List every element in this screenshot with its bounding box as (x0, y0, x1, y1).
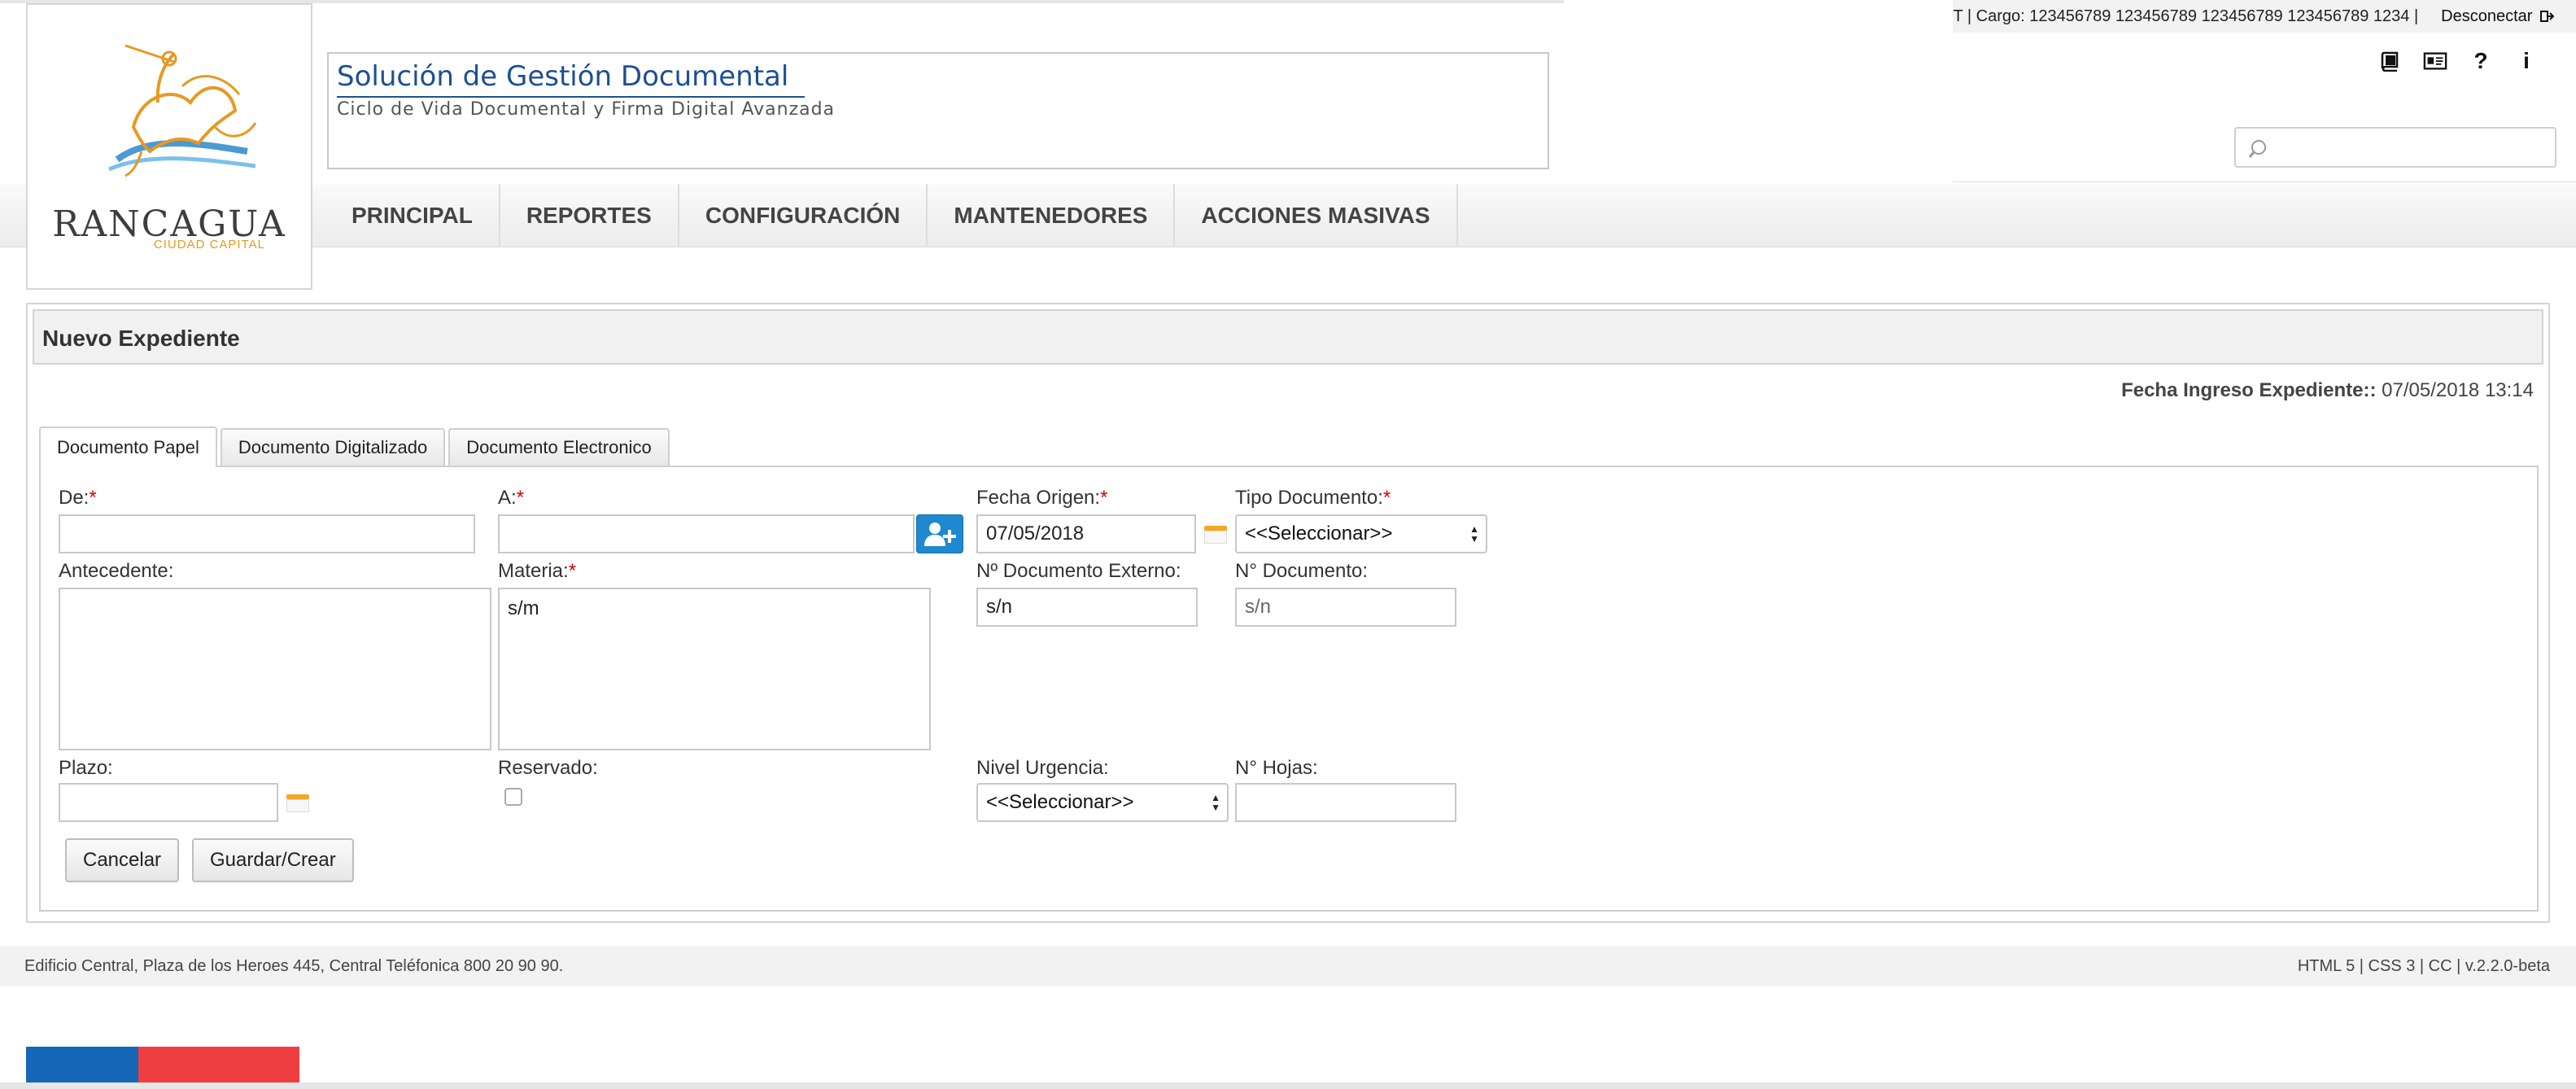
fecha-ingreso: Fecha Ingreso Expediente:: 07/05/2018 13… (2121, 379, 2534, 402)
plazo-input[interactable] (59, 783, 278, 822)
doc-externo-input[interactable] (976, 588, 1198, 627)
bottom-divider (0, 1082, 2576, 1089)
info-icon[interactable]: i (2514, 48, 2539, 73)
footer: Edificio Central, Plaza de los Heroes 44… (0, 946, 2576, 986)
select-arrows-icon: ▲ ▼ (1469, 523, 1479, 544)
search-icon (2248, 140, 2266, 158)
logout-label: Desconectar (2441, 7, 2533, 25)
nav-item-mantenedores[interactable]: MANTENEDORES (928, 184, 1176, 247)
flag-red-segment (138, 1047, 299, 1082)
nav-item-reportes[interactable]: REPORTES (500, 184, 679, 247)
app-subtitle: Ciclo de Vida Documental y Firma Digital… (337, 99, 836, 120)
chile-flag-bar (26, 1047, 299, 1082)
nivel-urgencia-select[interactable]: <<Seleccionar>> ▲ ▼ (976, 783, 1229, 822)
app-title: Solución de Gestión Documental (337, 60, 806, 98)
documento-papel-form: De:* A:* Fecha Origen:* Tipo Documento:*… (39, 466, 2539, 912)
plazo-label: Plazo: (59, 757, 113, 779)
reservado-label: Reservado: (498, 757, 598, 779)
select-arrows-icon: ▲ ▼ (1211, 792, 1220, 813)
document-tabs: Documento Papel Documento Digitalizado D… (39, 426, 670, 467)
nivel-urgencia-label: Nivel Urgencia: (976, 757, 1109, 779)
materia-textarea[interactable]: s/m (498, 588, 931, 750)
n-hojas-label: N° Hojas: (1235, 757, 1318, 779)
tipo-documento-label: Tipo Documento:* (1235, 487, 1391, 509)
nav-item-acciones-masivas[interactable]: ACCIONES MASIVAS (1175, 184, 1458, 247)
panel-title: Nuevo Expediente (42, 326, 240, 351)
help-icon[interactable]: ? (2469, 48, 2493, 73)
reservado-checkbox[interactable] (504, 788, 522, 806)
app-title-box: Solución de Gestión Documental Ciclo de … (327, 52, 1549, 169)
n-documento-label: N° Documento: (1235, 560, 1368, 582)
rancagua-logo[interactable]: RANCAGUA CIUDAD CAPITAL (26, 3, 312, 290)
save-button[interactable]: Guardar/Crear (192, 838, 354, 882)
user-info-text: ST | Cargo: 123456789 123456789 12345678… (1953, 7, 2419, 25)
header-icons: ? i (2377, 48, 2539, 73)
fecha-ingreso-value: 07/05/2018 13:14 (2382, 379, 2534, 401)
book-icon[interactable] (2377, 49, 2402, 73)
panel-header: Nuevo Expediente (33, 309, 2543, 365)
tab-documento-digitalizado[interactable]: Documento Digitalizado (220, 428, 446, 466)
nav-item-principal[interactable]: PRINCIPAL (325, 184, 500, 247)
add-recipient-button[interactable] (916, 514, 963, 553)
cancel-button[interactable]: Cancelar (65, 838, 180, 882)
nivel-urgencia-value: <<Seleccionar>> (986, 791, 1134, 813)
n-documento-input[interactable] (1235, 588, 1456, 627)
tab-documento-electronico[interactable]: Documento Electronico (448, 428, 670, 466)
fecha-ingreso-label: Fecha Ingreso Expediente:: (2121, 379, 2377, 401)
add-user-icon (924, 523, 956, 546)
search-box[interactable] (2234, 127, 2556, 168)
id-card-icon[interactable] (2423, 49, 2447, 73)
top-user-bar: ST | Cargo: 123456789 123456789 12345678… (0, 0, 2576, 33)
footer-address: Edificio Central, Plaza de los Heroes 44… (24, 957, 564, 975)
materia-label: Materia:* (498, 560, 577, 582)
flag-blue-segment (26, 1047, 138, 1082)
doc-externo-label: Nº Documento Externo: (976, 560, 1181, 582)
footer-version: HTML 5 | CSS 3 | CC | v.2.2.0-beta (2297, 957, 2550, 975)
tipo-documento-value: <<Seleccionar>> (1245, 523, 1393, 544)
logout-link[interactable]: Desconectar (2441, 7, 2555, 26)
nuevo-expediente-panel: Nuevo Expediente Fecha Ingreso Expedient… (26, 303, 2550, 923)
logout-icon (2540, 11, 2555, 23)
tab-documento-papel[interactable]: Documento Papel (39, 426, 217, 467)
fecha-origen-input[interactable] (976, 514, 1196, 553)
de-input[interactable] (59, 514, 475, 553)
antecedente-label: Antecedente: (59, 560, 174, 582)
a-input[interactable] (498, 514, 915, 553)
nav-item-configuracion[interactable]: CONFIGURACIÓN (679, 184, 928, 247)
n-hojas-input[interactable] (1235, 783, 1456, 822)
fecha-origen-label: Fecha Origen:* (976, 487, 1108, 509)
main-navbar: PRINCIPAL REPORTES CONFIGURACIÓN MANTENE… (0, 184, 2576, 247)
tipo-documento-select[interactable]: <<Seleccionar>> ▲ ▼ (1235, 514, 1487, 553)
fecha-origen-calendar-icon[interactable] (1204, 519, 1227, 544)
a-label: A:* (498, 487, 525, 509)
search-input[interactable] (2275, 132, 2543, 163)
user-info-bar: ST | Cargo: 123456789 123456789 12345678… (1953, 0, 2576, 33)
logo-subtitle: CIUDAD CAPITAL (153, 238, 265, 251)
plazo-calendar-icon[interactable] (286, 788, 309, 812)
de-label: De:* (59, 487, 97, 509)
horseman-emblem-icon (107, 44, 257, 177)
antecedente-textarea[interactable] (59, 588, 491, 750)
nav-items: PRINCIPAL REPORTES CONFIGURACIÓN MANTENE… (325, 184, 1458, 247)
